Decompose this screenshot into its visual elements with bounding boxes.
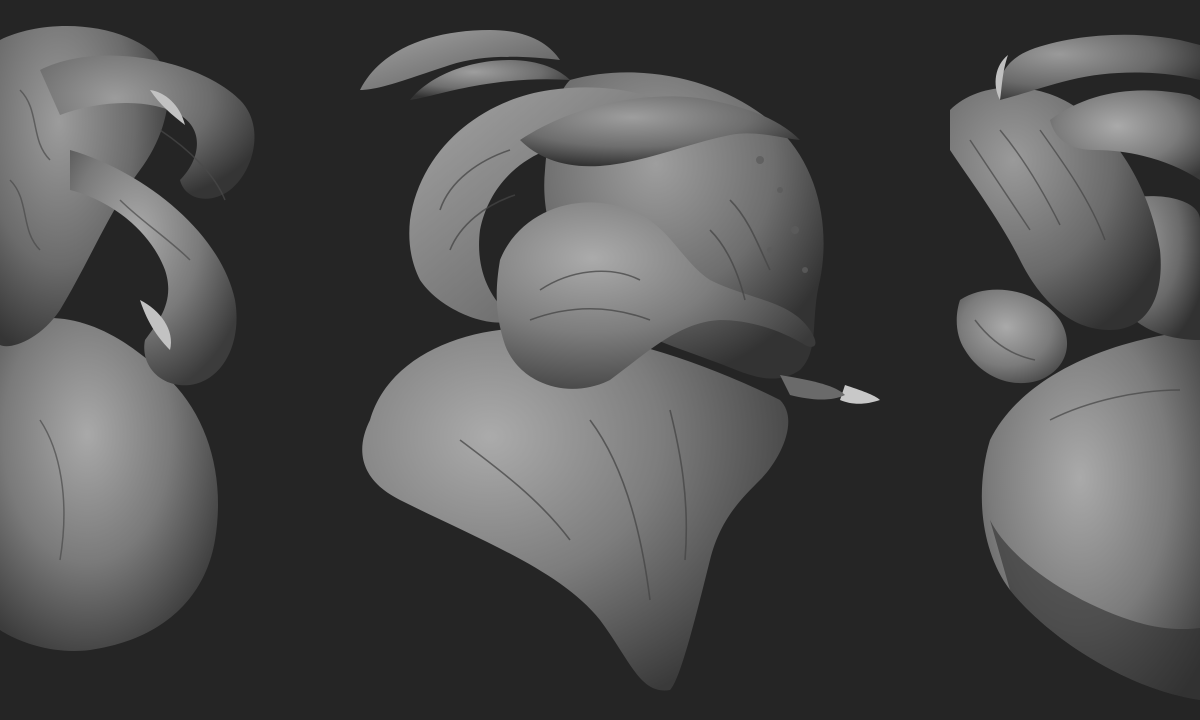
creature-bust-left [0, 26, 255, 651]
sculpt-canvas [0, 0, 1200, 720]
render-view-right [930, 0, 1200, 720]
render-view-center [340, 0, 900, 720]
creature-bust-right [950, 34, 1200, 700]
render-view-left [0, 0, 270, 720]
creature-bust-center [360, 30, 880, 691]
